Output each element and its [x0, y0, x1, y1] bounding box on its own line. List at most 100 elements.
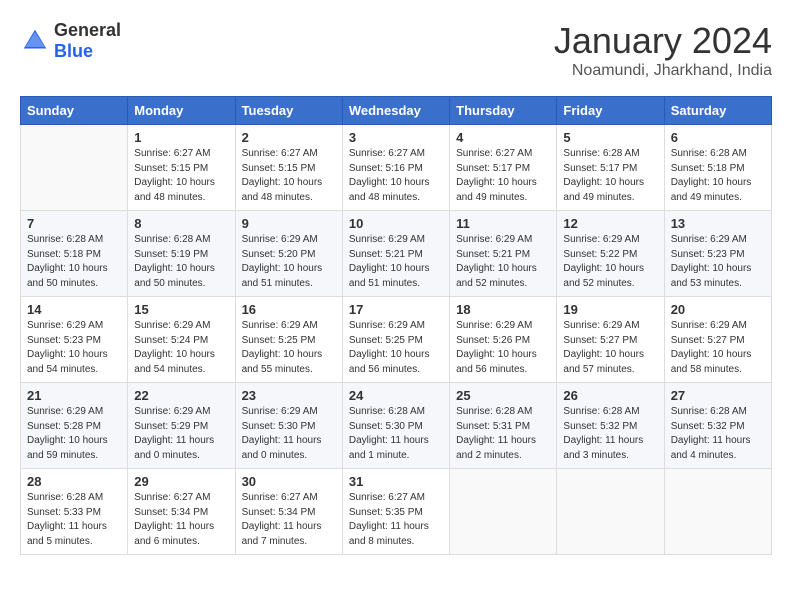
day-number: 1	[134, 130, 228, 145]
calendar-day-cell	[450, 469, 557, 555]
calendar-day-cell: 8 Sunrise: 6:28 AM Sunset: 5:19 PM Daylig…	[128, 211, 235, 297]
day-number: 7	[27, 216, 121, 231]
day-number: 3	[349, 130, 443, 145]
day-number: 10	[349, 216, 443, 231]
day-info: Sunrise: 6:29 AM Sunset: 5:21 PM Dayligh…	[349, 233, 443, 291]
logo-general: General	[54, 20, 121, 40]
day-number: 15	[134, 302, 228, 317]
calendar-day-cell: 9Sunrise: 6:29 AM Sunset: 5:20 PM Daylig…	[235, 211, 342, 297]
day-number: 20	[671, 302, 765, 317]
day-info: Sunrise: 6:28 AM Sunset: 5:32 PM Dayligh…	[563, 405, 657, 463]
calendar-day-cell: 26 Sunrise: 6:28 AM Sunset: 5:32 PM Dayli…	[557, 383, 664, 469]
calendar-day-cell: 12 Sunrise: 6:29 AM Sunset: 5:22 PM Dayli…	[557, 211, 664, 297]
calendar-day-cell: 16Sunrise: 6:29 AM Sunset: 5:25 PM Dayli…	[235, 297, 342, 383]
calendar-day-cell: 17 Sunrise: 6:29 AM Sunset: 5:25 PM Dayli…	[342, 297, 449, 383]
day-number: 29	[134, 474, 228, 489]
calendar-week-row: 28 Sunrise: 6:28 AM Sunset: 5:33 PM Dayli…	[21, 469, 772, 555]
day-number: 24	[349, 388, 443, 403]
day-number: 23	[242, 388, 336, 403]
title-block: January 2024 Noamundi, Jharkhand, India	[554, 20, 772, 80]
day-number: 14	[27, 302, 121, 317]
month-title: January 2024	[554, 20, 772, 62]
day-info: Sunrise: 6:27 AM Sunset: 5:35 PM Dayligh…	[349, 491, 443, 549]
calendar-day-cell: 14 Sunrise: 6:29 AM Sunset: 5:23 PM Dayli…	[21, 297, 128, 383]
logo-icon	[20, 26, 50, 56]
day-number: 25	[456, 388, 550, 403]
day-number: 5	[563, 130, 657, 145]
day-info: Sunrise: 6:29 AM Sunset: 5:27 PM Dayligh…	[671, 319, 765, 377]
calendar-day-cell	[557, 469, 664, 555]
calendar-day-cell: 22Sunrise: 6:29 AM Sunset: 5:29 PM Dayli…	[128, 383, 235, 469]
day-info: Sunrise: 6:29 AM Sunset: 5:23 PM Dayligh…	[27, 319, 121, 377]
calendar-week-row: 7 Sunrise: 6:28 AM Sunset: 5:18 PM Daylig…	[21, 211, 772, 297]
weekday-header-row: SundayMondayTuesdayWednesdayThursdayFrid…	[21, 97, 772, 125]
day-number: 30	[242, 474, 336, 489]
calendar-day-cell: 7 Sunrise: 6:28 AM Sunset: 5:18 PM Daylig…	[21, 211, 128, 297]
calendar-week-row: 14 Sunrise: 6:29 AM Sunset: 5:23 PM Dayli…	[21, 297, 772, 383]
day-number: 17	[349, 302, 443, 317]
day-info: Sunrise: 6:28 AM Sunset: 5:30 PM Dayligh…	[349, 405, 443, 463]
calendar-day-cell: 30 Sunrise: 6:27 AM Sunset: 5:34 PM Dayli…	[235, 469, 342, 555]
weekday-header: Tuesday	[235, 97, 342, 125]
calendar-day-cell: 19Sunrise: 6:29 AM Sunset: 5:27 PM Dayli…	[557, 297, 664, 383]
day-number: 11	[456, 216, 550, 231]
calendar-week-row: 21Sunrise: 6:29 AM Sunset: 5:28 PM Dayli…	[21, 383, 772, 469]
logo: General Blue	[20, 20, 121, 62]
calendar-day-cell: 29 Sunrise: 6:27 AM Sunset: 5:34 PM Dayli…	[128, 469, 235, 555]
calendar-day-cell: 1 Sunrise: 6:27 AM Sunset: 5:15 PM Daylig…	[128, 125, 235, 211]
calendar-day-cell: 15 Sunrise: 6:29 AM Sunset: 5:24 PM Dayli…	[128, 297, 235, 383]
day-info: Sunrise: 6:27 AM Sunset: 5:15 PM Dayligh…	[134, 147, 228, 205]
day-number: 13	[671, 216, 765, 231]
calendar-day-cell: 3Sunrise: 6:27 AM Sunset: 5:16 PM Daylig…	[342, 125, 449, 211]
day-info: Sunrise: 6:27 AM Sunset: 5:34 PM Dayligh…	[134, 491, 228, 549]
day-number: 4	[456, 130, 550, 145]
calendar-day-cell: 2Sunrise: 6:27 AM Sunset: 5:15 PM Daylig…	[235, 125, 342, 211]
calendar-week-row: 1 Sunrise: 6:27 AM Sunset: 5:15 PM Daylig…	[21, 125, 772, 211]
day-info: Sunrise: 6:28 AM Sunset: 5:18 PM Dayligh…	[27, 233, 121, 291]
day-info: Sunrise: 6:29 AM Sunset: 5:24 PM Dayligh…	[134, 319, 228, 377]
day-info: Sunrise: 6:27 AM Sunset: 5:15 PM Dayligh…	[242, 147, 336, 205]
calendar-day-cell: 31 Sunrise: 6:27 AM Sunset: 5:35 PM Dayli…	[342, 469, 449, 555]
day-info: Sunrise: 6:27 AM Sunset: 5:34 PM Dayligh…	[242, 491, 336, 549]
calendar-day-cell: 21Sunrise: 6:29 AM Sunset: 5:28 PM Dayli…	[21, 383, 128, 469]
weekday-header: Thursday	[450, 97, 557, 125]
day-number: 28	[27, 474, 121, 489]
location-subtitle: Noamundi, Jharkhand, India	[554, 62, 772, 80]
calendar-day-cell: 6Sunrise: 6:28 AM Sunset: 5:18 PM Daylig…	[664, 125, 771, 211]
calendar-day-cell	[21, 125, 128, 211]
day-info: Sunrise: 6:29 AM Sunset: 5:22 PM Dayligh…	[563, 233, 657, 291]
calendar-day-cell: 5Sunrise: 6:28 AM Sunset: 5:17 PM Daylig…	[557, 125, 664, 211]
day-info: Sunrise: 6:29 AM Sunset: 5:26 PM Dayligh…	[456, 319, 550, 377]
weekday-header: Saturday	[664, 97, 771, 125]
day-number: 18	[456, 302, 550, 317]
calendar-day-cell: 23 Sunrise: 6:29 AM Sunset: 5:30 PM Dayli…	[235, 383, 342, 469]
day-info: Sunrise: 6:29 AM Sunset: 5:20 PM Dayligh…	[242, 233, 336, 291]
day-info: Sunrise: 6:29 AM Sunset: 5:25 PM Dayligh…	[349, 319, 443, 377]
day-number: 6	[671, 130, 765, 145]
page-header: General Blue January 2024 Noamundi, Jhar…	[20, 20, 772, 80]
day-number: 31	[349, 474, 443, 489]
day-info: Sunrise: 6:29 AM Sunset: 5:23 PM Dayligh…	[671, 233, 765, 291]
calendar-day-cell: 10 Sunrise: 6:29 AM Sunset: 5:21 PM Dayli…	[342, 211, 449, 297]
day-number: 26	[563, 388, 657, 403]
day-number: 16	[242, 302, 336, 317]
day-info: Sunrise: 6:28 AM Sunset: 5:33 PM Dayligh…	[27, 491, 121, 549]
calendar-day-cell: 27Sunrise: 6:28 AM Sunset: 5:32 PM Dayli…	[664, 383, 771, 469]
day-info: Sunrise: 6:27 AM Sunset: 5:17 PM Dayligh…	[456, 147, 550, 205]
calendar-day-cell	[664, 469, 771, 555]
calendar-day-cell: 25Sunrise: 6:28 AM Sunset: 5:31 PM Dayli…	[450, 383, 557, 469]
weekday-header: Monday	[128, 97, 235, 125]
day-number: 19	[563, 302, 657, 317]
calendar-day-cell: 20 Sunrise: 6:29 AM Sunset: 5:27 PM Dayli…	[664, 297, 771, 383]
calendar-day-cell: 11Sunrise: 6:29 AM Sunset: 5:21 PM Dayli…	[450, 211, 557, 297]
day-number: 8	[134, 216, 228, 231]
day-info: Sunrise: 6:29 AM Sunset: 5:29 PM Dayligh…	[134, 405, 228, 463]
day-number: 12	[563, 216, 657, 231]
calendar-day-cell: 13 Sunrise: 6:29 AM Sunset: 5:23 PM Dayli…	[664, 211, 771, 297]
day-info: Sunrise: 6:29 AM Sunset: 5:30 PM Dayligh…	[242, 405, 336, 463]
day-info: Sunrise: 6:28 AM Sunset: 5:19 PM Dayligh…	[134, 233, 228, 291]
weekday-header: Wednesday	[342, 97, 449, 125]
day-info: Sunrise: 6:29 AM Sunset: 5:28 PM Dayligh…	[27, 405, 121, 463]
calendar-day-cell: 24 Sunrise: 6:28 AM Sunset: 5:30 PM Dayli…	[342, 383, 449, 469]
day-info: Sunrise: 6:28 AM Sunset: 5:32 PM Dayligh…	[671, 405, 765, 463]
